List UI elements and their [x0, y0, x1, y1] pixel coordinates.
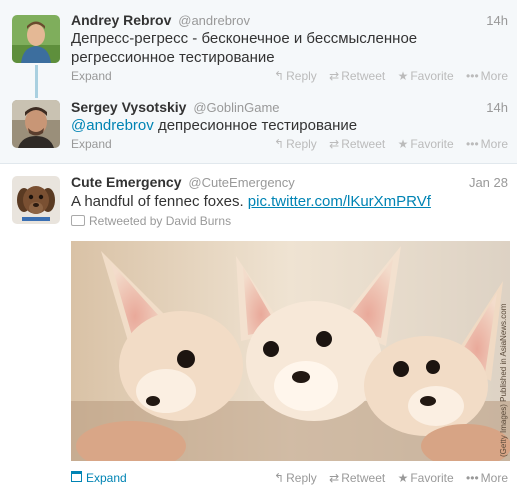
- tweet-header: Sergey Vysotskiy @GoblinGame: [71, 99, 280, 117]
- tweet-actions: ↰ Reply ⇄ Retweet ★ Favorite ••• More: [265, 471, 508, 485]
- more-button[interactable]: ••• More: [466, 137, 508, 151]
- tweet-timeline: Andrey Rebrov @andrebrov 14h Депресс-рег…: [0, 0, 517, 489]
- tweet-item[interactable]: Sergey Vysotskiy @GoblinGame 14h @andreb…: [0, 92, 517, 163]
- favorite-button[interactable]: ★ Favorite: [398, 69, 454, 83]
- more-icon: •••: [466, 137, 479, 151]
- favorite-button[interactable]: ★ Favorite: [398, 137, 454, 151]
- more-button[interactable]: ••• More: [466, 69, 508, 83]
- tweet-username[interactable]: @andrebrov: [178, 13, 250, 28]
- tweet-text: Депресс-регресс - бесконечное и бессмысл…: [71, 30, 418, 66]
- expand-link[interactable]: Expand: [71, 69, 112, 83]
- expand-link[interactable]: Expand: [71, 471, 127, 485]
- tweet-fullname[interactable]: Sergey Vysotskiy: [71, 99, 186, 115]
- retweeted-by[interactable]: Retweeted by David Burns: [71, 214, 231, 228]
- tweet-photo[interactable]: (Getty Images) Published in AsiaNews.com: [71, 241, 510, 461]
- tweet-text-body: A handful of fennec foxes.: [71, 193, 248, 210]
- tweet-timestamp[interactable]: 14h: [486, 13, 508, 28]
- tweet-item[interactable]: Andrey Rebrov @andrebrov 14h Депресс-рег…: [0, 0, 517, 98]
- tweet-text: @andrebrov депресионное тестирование: [71, 116, 511, 135]
- tweet-item[interactable]: Cute Emergency @CuteEmergency Jan 28 A h…: [0, 164, 517, 489]
- tweet-header: Andrey Rebrov @andrebrov: [71, 12, 250, 30]
- reply-icon: ↰: [274, 471, 285, 485]
- retweeted-by-label: Retweeted by David Burns: [89, 214, 232, 228]
- tweet-username[interactable]: @GoblinGame: [193, 100, 279, 115]
- avatar[interactable]: [12, 15, 60, 63]
- retweet-button[interactable]: ⇄ Retweet: [329, 137, 385, 151]
- expand-link[interactable]: Expand: [71, 137, 112, 151]
- expand-icon: [71, 471, 82, 482]
- avatar[interactable]: [12, 100, 60, 148]
- conversation-thread: Andrey Rebrov @andrebrov 14h Депресс-рег…: [0, 0, 517, 164]
- tweet-actions: ↰ Reply ⇄ Retweet ★ Favorite ••• More: [265, 69, 508, 83]
- favorite-icon: ★: [397, 69, 409, 83]
- tweet-text: A handful of fennec foxes. pic.twitter.c…: [71, 192, 511, 211]
- reply-button[interactable]: ↰ Reply: [274, 471, 317, 485]
- favorite-icon: ★: [397, 471, 409, 485]
- photo-credit: (Getty Images) Published in AsiaNews.com: [499, 303, 508, 457]
- tweet-timestamp[interactable]: Jan 28: [469, 175, 508, 190]
- retweet-icon: ⇄: [329, 471, 340, 485]
- fennec-foxes-photo: [71, 241, 510, 461]
- reply-icon: ↰: [274, 137, 285, 151]
- retweet-button[interactable]: ⇄ Retweet: [329, 69, 385, 83]
- tweet-fullname[interactable]: Cute Emergency: [71, 174, 181, 190]
- mention-link[interactable]: @andrebrov: [71, 117, 154, 134]
- pic-link[interactable]: pic.twitter.com/lKurXmPRVf: [248, 193, 431, 210]
- more-icon: •••: [466, 471, 479, 485]
- favorite-button[interactable]: ★ Favorite: [398, 471, 454, 485]
- reply-button[interactable]: ↰ Reply: [274, 137, 317, 151]
- retweet-button[interactable]: ⇄ Retweet: [329, 471, 385, 485]
- more-icon: •••: [466, 69, 479, 83]
- expand-label: Expand: [86, 471, 127, 485]
- tweet-username[interactable]: @CuteEmergency: [188, 175, 294, 190]
- more-button[interactable]: ••• More: [466, 471, 508, 485]
- tweet-timestamp[interactable]: 14h: [486, 100, 508, 115]
- favorite-icon: ★: [397, 137, 409, 151]
- reply-button[interactable]: ↰ Reply: [274, 69, 317, 83]
- tweet-text-body: депресионное тестирование: [153, 117, 358, 134]
- retweet-icon: ⇄: [329, 69, 340, 83]
- reply-icon: ↰: [274, 69, 285, 83]
- retweet-icon: ⇄: [329, 137, 340, 151]
- tweet-header: Cute Emergency @CuteEmergency: [71, 174, 295, 192]
- avatar[interactable]: [12, 176, 60, 224]
- retweet-icon: [71, 215, 85, 226]
- tweet-fullname[interactable]: Andrey Rebrov: [71, 12, 171, 28]
- tweet-actions: ↰ Reply ⇄ Retweet ★ Favorite ••• More: [265, 137, 508, 151]
